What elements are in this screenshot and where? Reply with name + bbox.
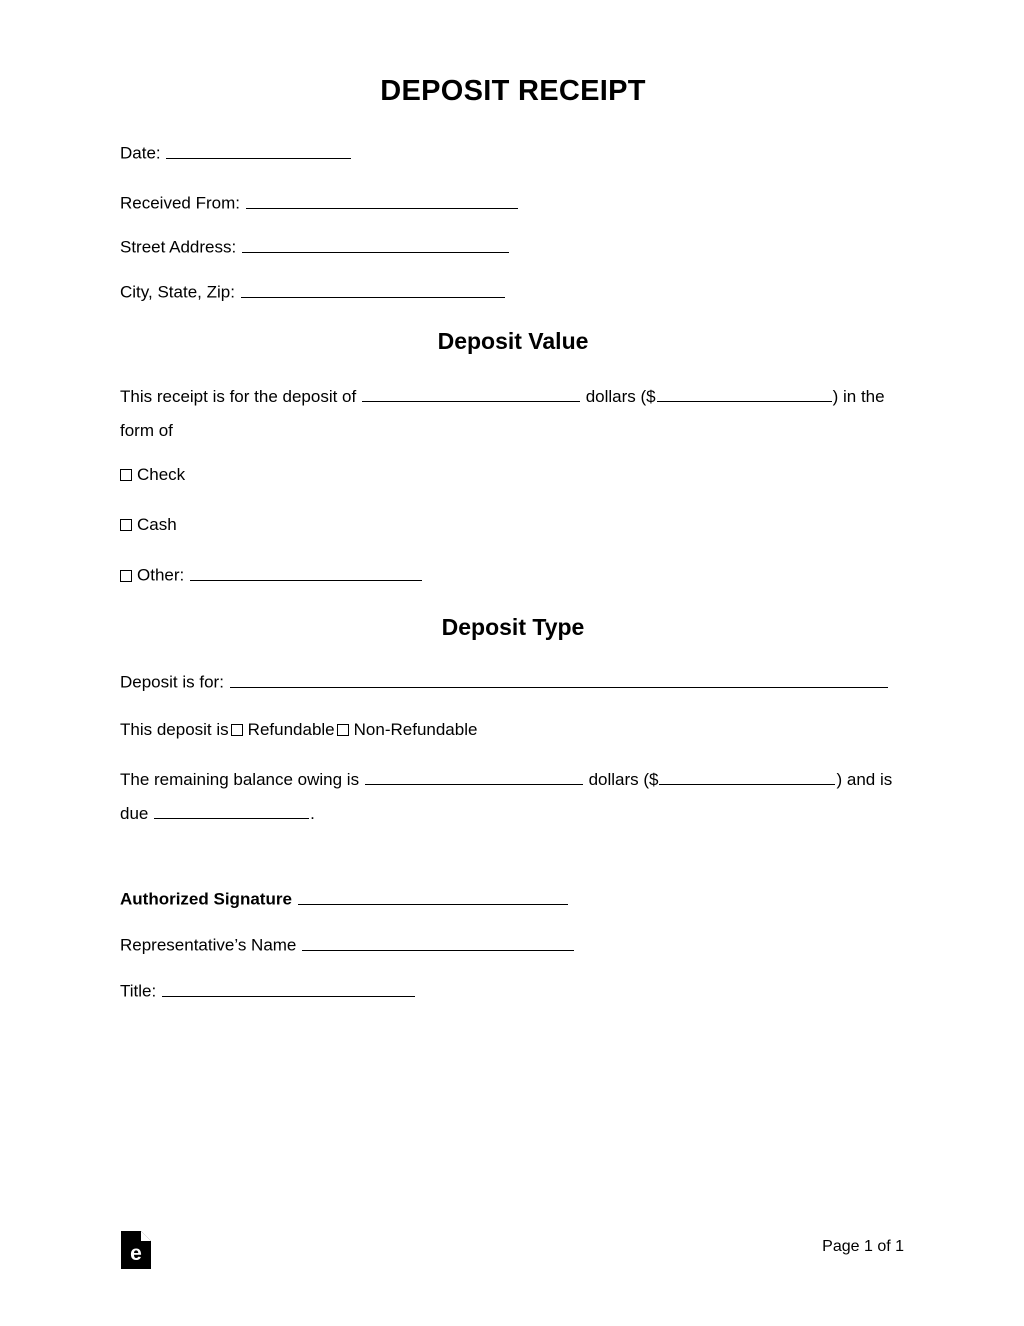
authorized-signature-row: Authorized Signature	[120, 888, 569, 910]
page-title: DEPOSIT RECEIPT	[380, 75, 646, 107]
document-page: DEPOSIT RECEIPT Date: Received From: Str…	[0, 0, 1024, 1326]
deposit-value-sentence: This receipt is for the deposit of dolla…	[120, 380, 910, 448]
option-label-cash: Cash	[137, 515, 177, 534]
balance-part5: .	[310, 804, 315, 823]
deposit-type-heading: Deposit Type	[441, 614, 585, 640]
checkbox-icon-other[interactable]	[120, 569, 132, 582]
date-label: Date:	[120, 143, 161, 163]
deposit-form-option-check[interactable]: Check	[120, 464, 185, 485]
authorized-signature-label: Authorized Signature	[120, 889, 292, 909]
option-other-input-line[interactable]	[189, 564, 422, 581]
non-refundable-label: Non-Refundable	[353, 720, 478, 739]
balance-part3: )	[836, 770, 843, 789]
title-input-line[interactable]	[161, 980, 415, 997]
deposit-form-option-other[interactable]: Other:	[120, 564, 423, 586]
balance-amount-words-line[interactable]	[364, 768, 583, 785]
city-state-zip-field-row: City, State, Zip:	[120, 281, 506, 303]
checkbox-icon-refundable[interactable]	[230, 724, 243, 736]
deposit-is-for-label: Deposit is for:	[120, 672, 224, 692]
authorized-signature-input-line[interactable]	[297, 888, 568, 905]
representative-name-input-line[interactable]	[302, 934, 575, 951]
deposit-sentence-part1: This receipt is for the deposit of	[120, 387, 357, 406]
deposit-is-for-input-line[interactable]	[229, 671, 888, 688]
city-state-zip-label: City, State, Zip:	[120, 282, 235, 302]
title-label: Title:	[120, 981, 157, 1001]
deposit-is-for-field-row: Deposit is for:	[120, 671, 889, 693]
page-indicator: Page 1 of 1	[822, 1238, 904, 1255]
street-address-field-row: Street Address:	[120, 236, 510, 258]
street-address-input-line[interactable]	[241, 236, 509, 253]
remaining-balance-sentence: The remaining balance owing is dollars (…	[120, 763, 910, 831]
option-label-other: Other:	[137, 565, 185, 585]
checkbox-icon-non-refundable[interactable]	[336, 724, 349, 736]
deposit-form-option-cash[interactable]: Cash	[120, 514, 177, 535]
refundable-label: Refundable	[247, 720, 335, 739]
document-content: DEPOSIT RECEIPT Date: Received From: Str…	[120, 0, 906, 1001]
balance-amount-numeric-line[interactable]	[659, 768, 836, 785]
received-from-label: Received From:	[120, 193, 240, 213]
representative-name-row: Representative’s Name	[120, 934, 575, 956]
deposit-amount-words-line[interactable]	[361, 385, 580, 402]
date-input-line[interactable]	[166, 142, 352, 159]
checkbox-icon-check[interactable]	[120, 469, 132, 481]
balance-part2: dollars ($	[588, 770, 659, 789]
balance-part1: The remaining balance owing is	[120, 770, 360, 789]
city-state-zip-input-line[interactable]	[240, 281, 505, 298]
deposit-value-heading: Deposit Value	[437, 328, 589, 354]
deposit-amount-numeric-line[interactable]	[656, 385, 832, 402]
checkbox-icon-cash[interactable]	[120, 519, 132, 531]
balance-due-date-line[interactable]	[154, 802, 310, 819]
option-label-check: Check	[137, 465, 186, 484]
received-from-field-row: Received From:	[120, 192, 519, 214]
refundable-option-row: This deposit is Refundable Non-Refundable	[120, 719, 477, 740]
date-field-row: Date:	[120, 142, 352, 164]
title-field-row: Title:	[120, 980, 416, 1002]
deposit-sentence-part2: dollars ($	[585, 387, 656, 406]
received-from-input-line[interactable]	[245, 192, 518, 209]
representative-name-label: Representative’s Name	[120, 935, 297, 955]
refundable-prefix-label: This deposit is	[120, 720, 229, 739]
street-address-label: Street Address:	[120, 237, 237, 257]
